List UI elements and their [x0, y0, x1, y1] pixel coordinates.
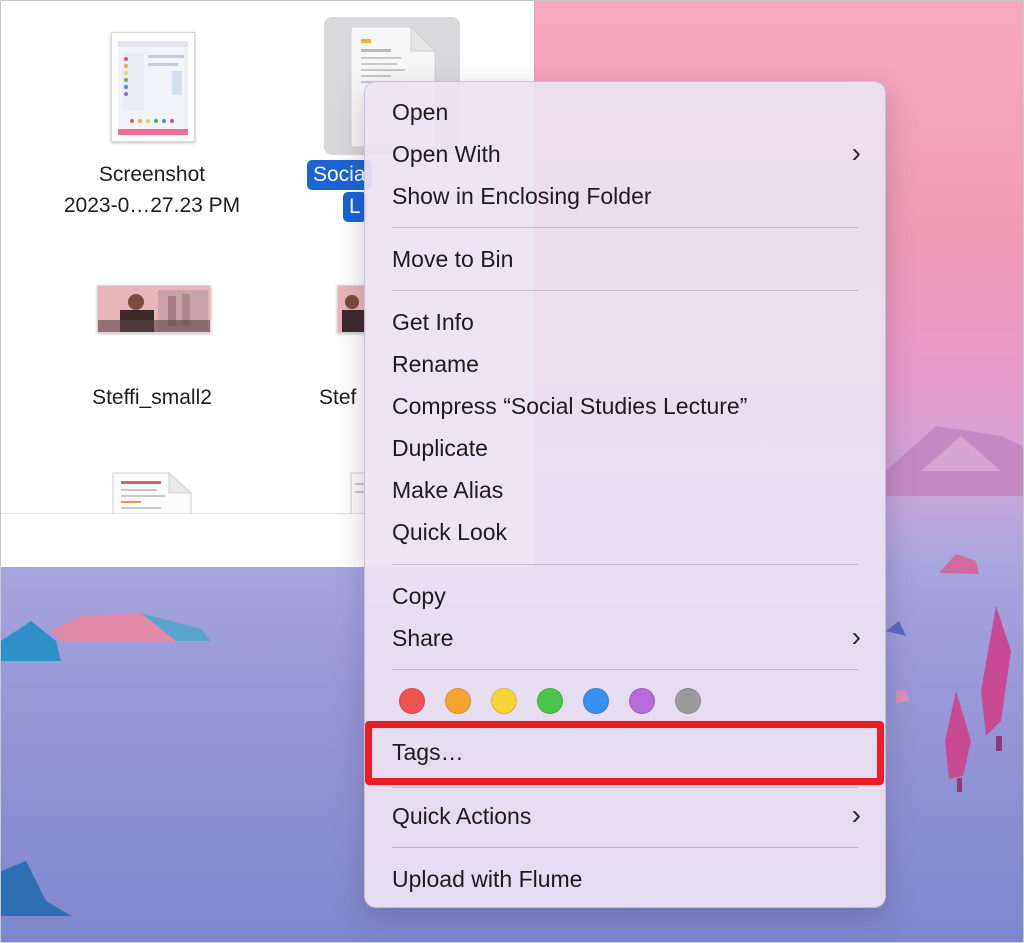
file-item-steffi[interactable]: Stef — [319, 382, 369, 413]
file-item-steffi-small2[interactable]: Steffi_small2 — [41, 382, 263, 413]
menu-item-quick-look[interactable]: Quick Look — [392, 514, 861, 550]
menu-item-label: Duplicate — [392, 435, 488, 461]
menu-item-label: Open — [392, 99, 449, 125]
screenshot-preview — [118, 41, 188, 135]
file-label-line2: 2023-0…27.23 PM — [63, 194, 241, 217]
chevron-right-icon: › — [851, 137, 861, 168]
file-label: Stef — [319, 386, 357, 409]
menu-separator — [392, 564, 858, 565]
selected-file-label-line1[interactable]: Socia — [307, 160, 372, 190]
chevron-right-icon: › — [851, 799, 861, 830]
menu-item-compress[interactable]: Compress “Social Studies Lecture” — [392, 388, 861, 424]
tag-yellow-dot[interactable] — [491, 688, 517, 714]
photo-preview — [338, 286, 366, 332]
menu-item-label: Quick Look — [392, 519, 508, 545]
menu-item-duplicate[interactable]: Duplicate — [392, 430, 861, 466]
menu-item-upload-with-flume[interactable]: Upload with Flume — [392, 861, 861, 897]
menu-item-label: Show in Enclosing Folder — [392, 183, 652, 209]
menu-item-rename[interactable]: Rename — [392, 346, 861, 382]
file-item-screenshot[interactable]: Screenshot 2023-0…27.23 PM — [41, 159, 263, 221]
photo-preview — [98, 286, 210, 332]
tag-red-dot[interactable] — [399, 688, 425, 714]
tag-orange-dot[interactable] — [445, 688, 471, 714]
menu-item-quick-actions[interactable]: Quick Actions › — [392, 798, 861, 834]
menu-item-show-in-enclosing-folder[interactable]: Show in Enclosing Folder — [392, 178, 861, 214]
document-icon[interactable] — [111, 471, 193, 515]
file-label-line1: Screenshot — [98, 163, 206, 186]
tag-blue-dot[interactable] — [583, 688, 609, 714]
menu-item-get-info[interactable]: Get Info — [392, 304, 861, 340]
chevron-right-icon: › — [851, 621, 861, 652]
context-menu: Open Open With › Show in Enclosing Folder… — [364, 81, 886, 908]
menu-separator — [392, 787, 858, 788]
menu-separator — [392, 227, 858, 228]
menu-item-label: Share — [392, 625, 454, 651]
menu-item-label: Quick Actions — [392, 803, 532, 829]
screenshot-thumbnail[interactable] — [111, 32, 195, 142]
red-highlight-box — [365, 721, 884, 785]
menu-item-label: Open With — [392, 141, 501, 167]
menu-item-move-to-bin[interactable]: Move to Bin — [392, 241, 861, 277]
menu-item-copy[interactable]: Copy — [392, 578, 861, 614]
steffi-thumbnail-2[interactable] — [337, 285, 367, 333]
menu-item-label: Move to Bin — [392, 246, 514, 272]
menu-separator — [392, 669, 858, 670]
menu-item-label: Rename — [392, 351, 479, 377]
menu-item-label: Compress “Social Studies Lecture” — [392, 393, 748, 419]
tag-gray-dot[interactable] — [675, 688, 701, 714]
steffi-thumbnail[interactable] — [97, 285, 211, 333]
menu-item-label: Copy — [392, 583, 446, 609]
screenshot-frame: Screenshot 2023-0…27.23 PM Socia L Steff… — [0, 0, 1024, 943]
menu-item-label: Get Info — [392, 309, 474, 335]
menu-item-open[interactable]: Open — [392, 94, 861, 130]
menu-separator — [392, 847, 858, 848]
menu-separator — [392, 290, 858, 291]
file-label: Steffi_small2 — [92, 386, 212, 409]
menu-item-label: Make Alias — [392, 477, 504, 503]
tag-purple-dot[interactable] — [629, 688, 655, 714]
menu-item-share[interactable]: Share › — [392, 620, 861, 656]
menu-item-make-alias[interactable]: Make Alias — [392, 472, 861, 508]
tag-green-dot[interactable] — [537, 688, 563, 714]
menu-item-label: Upload with Flume — [392, 866, 583, 892]
menu-item-open-with[interactable]: Open With › — [392, 136, 861, 172]
